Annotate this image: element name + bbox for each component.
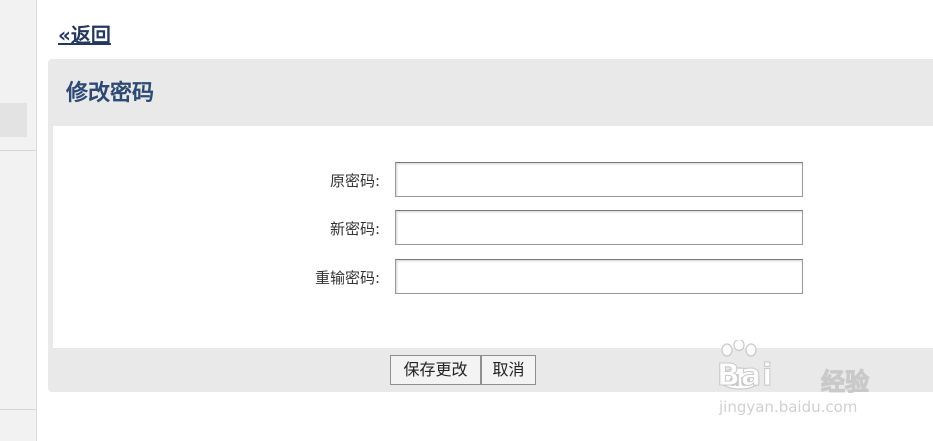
password-form: 原密码: 新密码: 重输密码: bbox=[48, 126, 933, 348]
old-password-input[interactable] bbox=[395, 162, 803, 197]
sidebar-divider bbox=[0, 150, 36, 151]
cancel-button[interactable]: 取消 bbox=[481, 355, 536, 385]
old-password-label: 原密码: bbox=[329, 172, 380, 190]
back-link[interactable]: «返回 bbox=[58, 22, 111, 48]
sidebar-divider bbox=[0, 409, 36, 410]
card-header: 修改密码 bbox=[48, 59, 933, 126]
form-row-confirm-password: 重输密码: bbox=[53, 259, 933, 295]
change-password-card: 修改密码 原密码: 新密码: 重输密码: 保存更改 取消 bbox=[48, 59, 933, 392]
confirm-password-label: 重输密码: bbox=[314, 269, 380, 287]
new-password-input[interactable] bbox=[395, 210, 803, 245]
form-row-old-password: 原密码: bbox=[53, 162, 933, 198]
confirm-password-input[interactable] bbox=[395, 259, 803, 294]
new-password-label: 新密码: bbox=[329, 220, 380, 238]
page-title: 修改密码 bbox=[66, 81, 155, 106]
left-sidebar bbox=[0, 0, 37, 441]
watermark-url: jingyan.baidu.com bbox=[719, 398, 858, 416]
form-row-new-password: 新密码: bbox=[53, 210, 933, 246]
save-changes-button[interactable]: 保存更改 bbox=[390, 355, 481, 385]
sidebar-active-tab[interactable] bbox=[0, 103, 27, 137]
card-footer: 保存更改 取消 bbox=[48, 348, 933, 392]
